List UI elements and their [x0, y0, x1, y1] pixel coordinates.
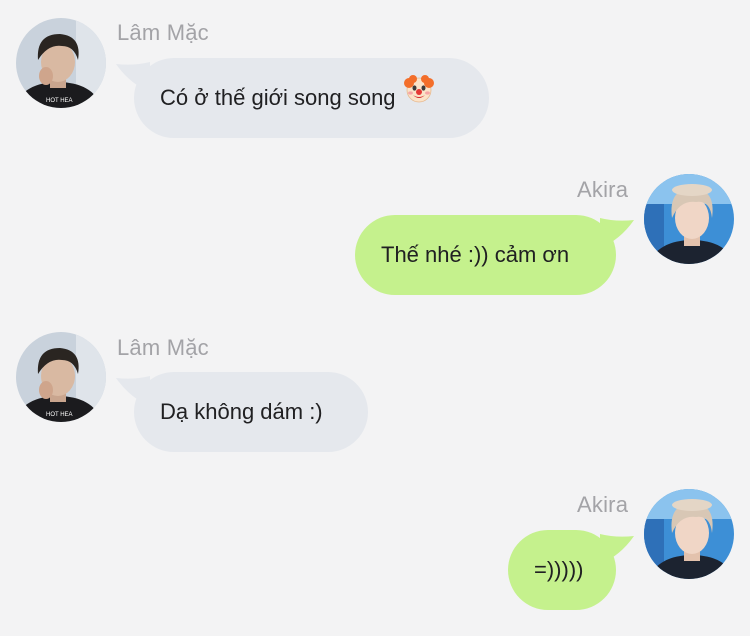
avatar-akira[interactable]: [644, 174, 734, 264]
message-bubble[interactable]: Dạ không dám :): [134, 372, 368, 452]
message-text: Có ở thế giới song song: [160, 85, 396, 110]
message-bubble[interactable]: Thế nhé :)) cảm ơn: [355, 215, 616, 295]
message-text: Thế nhé :)) cảm ơn: [381, 242, 570, 267]
message-bubble[interactable]: Có ở thế giới song song: [134, 58, 489, 138]
sender-name: Akira: [577, 177, 629, 202]
svg-text:HOT HEA: HOT HEA: [46, 98, 73, 104]
clown-face-emoji: [403, 57, 434, 137]
sender-name: Lâm Mặc: [117, 20, 209, 45]
avatar-lam-mac[interactable]: HOT HEA: [16, 332, 106, 422]
svg-text:HOT HEA: HOT HEA: [46, 412, 73, 418]
message-bubble[interactable]: =))))): [508, 530, 616, 610]
message-text: Dạ không dám :): [160, 399, 323, 424]
sender-name: Lâm Mặc: [117, 335, 209, 360]
sender-name: Akira: [577, 492, 629, 517]
message-text: =))))): [534, 557, 584, 582]
avatar-akira[interactable]: [644, 489, 734, 579]
avatar-lam-mac[interactable]: HOT HEA: [16, 18, 106, 108]
